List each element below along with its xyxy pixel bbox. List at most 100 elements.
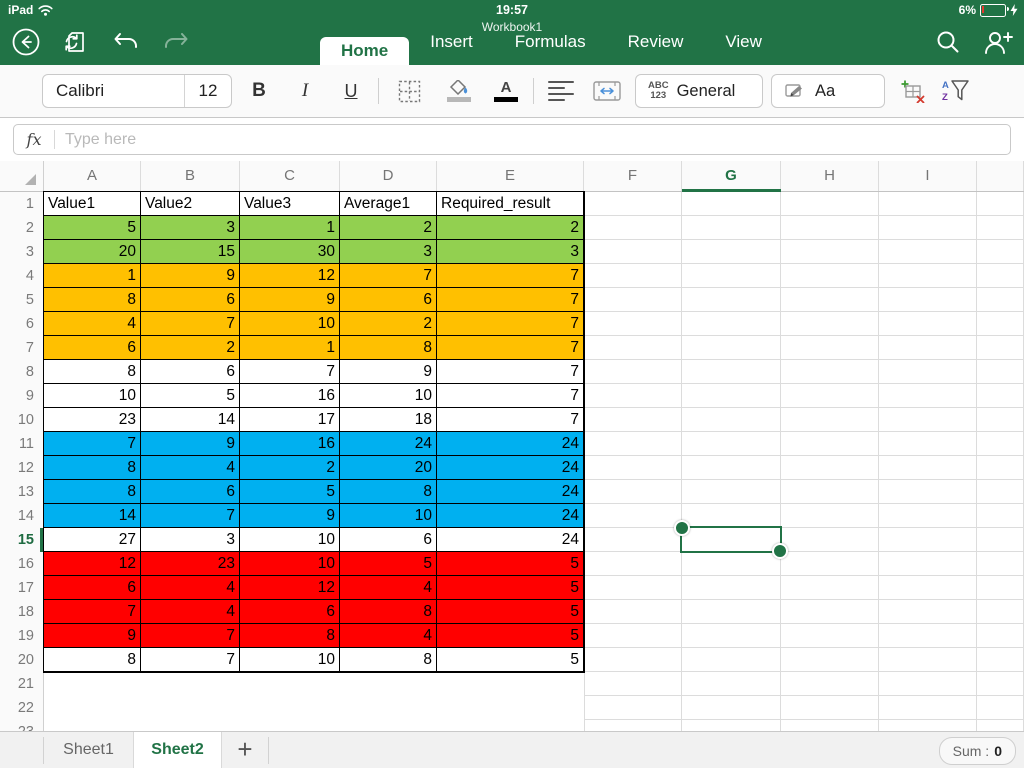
cell[interactable] <box>977 432 1024 456</box>
cell[interactable]: 24 <box>437 480 584 504</box>
cell[interactable]: 7 <box>437 408 584 432</box>
cell[interactable] <box>879 360 977 384</box>
cell[interactable] <box>977 216 1024 240</box>
row-header-9[interactable]: 9 <box>0 384 43 408</box>
cell[interactable]: 15 <box>141 240 240 264</box>
cell[interactable]: 3 <box>340 240 437 264</box>
cell[interactable]: 9 <box>340 360 437 384</box>
cell[interactable] <box>584 264 682 288</box>
cell[interactable]: 6 <box>340 528 437 552</box>
align-button[interactable] <box>543 74 579 108</box>
cell[interactable]: 24 <box>437 504 584 528</box>
cell[interactable] <box>682 504 781 528</box>
cell[interactable]: 6 <box>141 480 240 504</box>
row-header-16[interactable]: 16 <box>0 552 43 576</box>
cell[interactable] <box>879 528 977 552</box>
cell[interactable]: 10 <box>340 504 437 528</box>
cell[interactable]: 7 <box>44 600 141 624</box>
cell[interactable] <box>584 504 682 528</box>
cell[interactable] <box>584 192 682 216</box>
cell[interactable]: 10 <box>340 384 437 408</box>
cell[interactable] <box>781 576 879 600</box>
cell[interactable]: 10 <box>240 552 340 576</box>
ribbon-tab-formulas[interactable]: Formulas <box>494 18 607 65</box>
select-all-corner[interactable] <box>0 161 43 191</box>
cell[interactable] <box>682 648 781 672</box>
cell[interactable]: 16 <box>240 384 340 408</box>
row-header-6[interactable]: 6 <box>0 312 43 336</box>
row-header-12[interactable]: 12 <box>0 456 43 480</box>
cell[interactable] <box>879 264 977 288</box>
row-header-21[interactable]: 21 <box>0 672 43 696</box>
column-header-F[interactable]: F <box>584 161 682 191</box>
cell[interactable] <box>682 672 781 696</box>
cell[interactable] <box>977 384 1024 408</box>
cell[interactable]: 8 <box>340 648 437 672</box>
cell[interactable]: 1 <box>44 264 141 288</box>
cell[interactable] <box>879 480 977 504</box>
cell[interactable] <box>977 456 1024 480</box>
cell[interactable] <box>781 264 879 288</box>
cell[interactable]: 5 <box>141 384 240 408</box>
cell[interactable] <box>781 312 879 336</box>
cell[interactable] <box>781 288 879 312</box>
borders-button[interactable] <box>391 74 427 108</box>
cell[interactable] <box>977 480 1024 504</box>
cell[interactable]: 18 <box>340 408 437 432</box>
row-header-5[interactable]: 5 <box>0 288 43 312</box>
cell[interactable]: 7 <box>141 648 240 672</box>
cell[interactable]: 5 <box>437 624 584 648</box>
cell[interactable]: 2 <box>340 216 437 240</box>
cell[interactable] <box>781 480 879 504</box>
sheet-tab-sheet1[interactable]: Sheet1 <box>44 732 133 768</box>
cell[interactable] <box>781 192 879 216</box>
cell[interactable] <box>879 288 977 312</box>
cell[interactable] <box>879 648 977 672</box>
cell[interactable] <box>584 288 682 312</box>
search-icon[interactable] <box>932 26 964 58</box>
cell[interactable]: 4 <box>340 624 437 648</box>
cell[interactable] <box>879 600 977 624</box>
cell[interactable]: 1 <box>240 336 340 360</box>
cell[interactable] <box>682 456 781 480</box>
cell[interactable] <box>584 648 682 672</box>
cell[interactable] <box>682 408 781 432</box>
cell[interactable] <box>977 336 1024 360</box>
cell[interactable]: 8 <box>44 288 141 312</box>
cell[interactable]: 5 <box>437 648 584 672</box>
cell[interactable]: 7 <box>141 624 240 648</box>
column-header-D[interactable]: D <box>340 161 437 191</box>
cell[interactable] <box>584 336 682 360</box>
cell[interactable] <box>781 408 879 432</box>
column-header-G[interactable]: G <box>682 161 781 191</box>
cell[interactable] <box>977 288 1024 312</box>
cell[interactable] <box>682 576 781 600</box>
cell[interactable] <box>682 216 781 240</box>
cell[interactable] <box>977 312 1024 336</box>
cell[interactable] <box>879 432 977 456</box>
cell[interactable] <box>781 528 879 552</box>
cell[interactable] <box>584 600 682 624</box>
cell[interactable] <box>682 720 781 731</box>
cell[interactable]: 16 <box>240 432 340 456</box>
cell[interactable] <box>879 240 977 264</box>
cell[interactable]: 5 <box>340 552 437 576</box>
cell[interactable] <box>879 672 977 696</box>
cell[interactable]: 2 <box>340 312 437 336</box>
cell[interactable]: 7 <box>340 264 437 288</box>
cell[interactable]: 8 <box>340 336 437 360</box>
row-header-10[interactable]: 10 <box>0 408 43 432</box>
ribbon-tab-insert[interactable]: Insert <box>409 18 494 65</box>
cell[interactable] <box>879 456 977 480</box>
formula-input[interactable] <box>55 131 1010 149</box>
cell[interactable] <box>781 720 879 731</box>
save-sync-icon[interactable] <box>60 26 92 58</box>
cell[interactable]: 8 <box>240 624 340 648</box>
cell[interactable] <box>584 408 682 432</box>
cell[interactable]: 2 <box>141 336 240 360</box>
column-header-I[interactable]: I <box>879 161 977 191</box>
cell[interactable] <box>781 456 879 480</box>
cell[interactable] <box>879 312 977 336</box>
cell[interactable] <box>682 552 781 576</box>
back-button[interactable] <box>10 26 42 58</box>
